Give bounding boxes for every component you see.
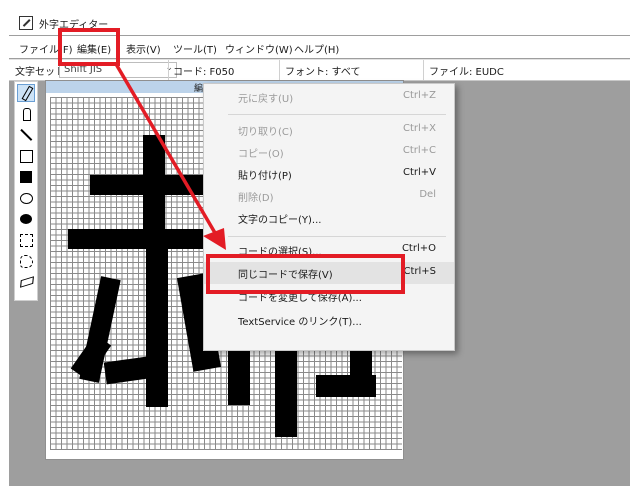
annotation-arrow [114, 63, 226, 250]
arrow-shaft [114, 63, 220, 239]
